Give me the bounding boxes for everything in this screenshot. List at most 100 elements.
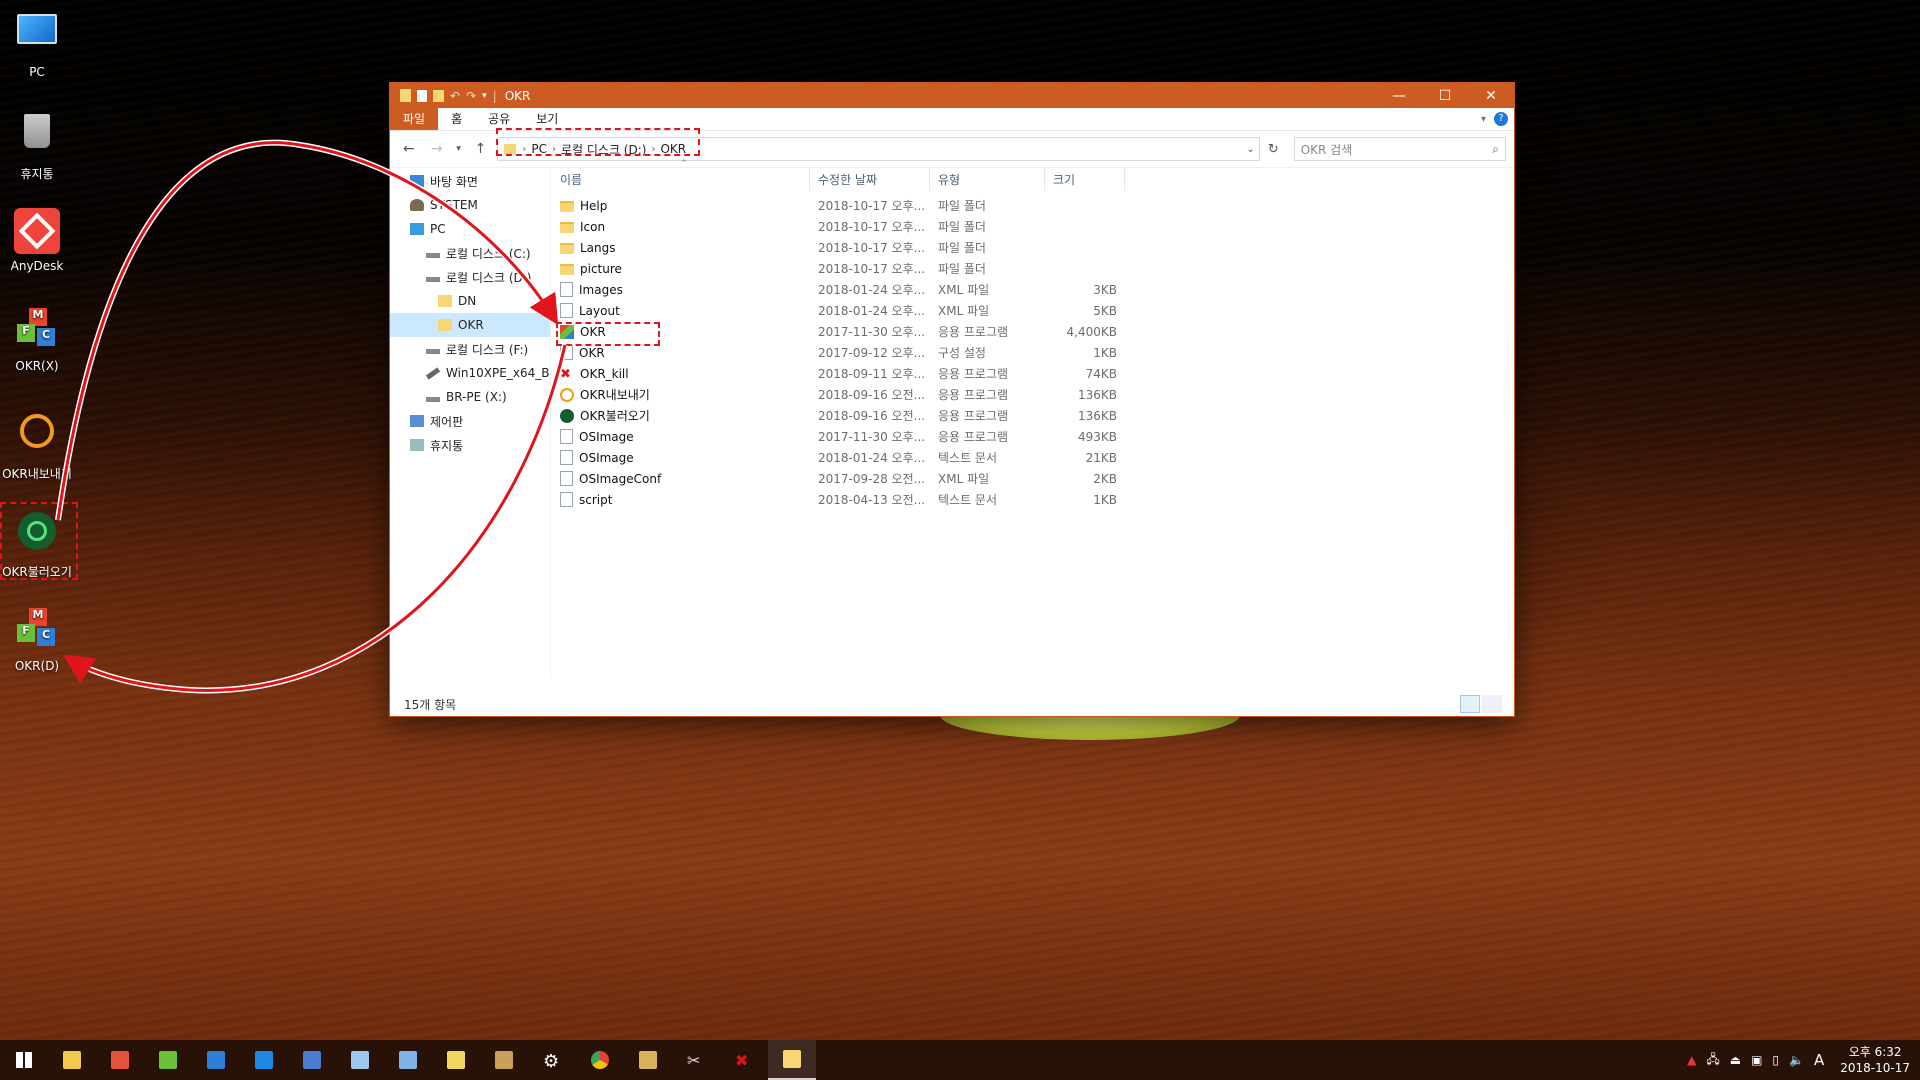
- taskbar-item[interactable]: ✂: [672, 1040, 720, 1080]
- nav-item[interactable]: OKR: [390, 313, 550, 337]
- file-row[interactable]: OKR 2017-11-30 오후... 응용 프로그램 4,400KB: [552, 321, 1514, 342]
- file-date: 2018-01-24 오후...: [818, 304, 926, 318]
- file-row[interactable]: OSImageConf 2017-09-28 오전... XML 파일 2KB: [552, 468, 1514, 489]
- file-row[interactable]: Help 2018-10-17 오후... 파일 폴더: [552, 195, 1514, 216]
- file-explorer-window[interactable]: ↶ ↷ ▾ | OKR — ☐ ✕ 파일 홈 공유 보기 ▾ ? ← → ▾ ↑…: [390, 83, 1514, 716]
- file-size: 4,400KB: [1066, 324, 1117, 339]
- recent-locations-icon[interactable]: ▾: [454, 144, 464, 154]
- file-row[interactable]: Layout 2018-01-24 오후... XML 파일 5KB: [552, 300, 1514, 321]
- nav-item[interactable]: Win10XPE_x64_Bi: [390, 361, 550, 385]
- desktop-icon-recycle-bin[interactable]: 휴지통: [0, 108, 74, 182]
- file-row[interactable]: OSImage 2017-11-30 오후... 응용 프로그램 493KB: [552, 426, 1514, 447]
- taskbar-item[interactable]: [192, 1040, 240, 1080]
- nav-item[interactable]: BR-PE (X:): [390, 385, 550, 409]
- desktop-icon-okr-cube[interactable]: M F C OKR(D): [0, 608, 74, 673]
- volume-icon[interactable]: 🔈: [1789, 1053, 1804, 1067]
- minimize-button[interactable]: —: [1376, 83, 1422, 108]
- file-row[interactable]: OKR내보내기 2018-09-16 오전... 응용 프로그램 136KB: [552, 384, 1514, 405]
- desktop-icon-anydesk[interactable]: AnyDesk: [0, 208, 74, 273]
- file-row[interactable]: Langs 2018-10-17 오후... 파일 폴더: [552, 237, 1514, 258]
- taskbar-item[interactable]: ⚙: [528, 1040, 576, 1080]
- ime-indicator[interactable]: A: [1814, 1051, 1824, 1069]
- search-box[interactable]: OKR 검색 ⌕: [1293, 137, 1506, 161]
- search-icon[interactable]: ⌕: [1492, 142, 1499, 157]
- help-icon[interactable]: ?: [1494, 112, 1508, 126]
- properties-icon[interactable]: [417, 89, 427, 102]
- search-input[interactable]: OKR 검색: [1301, 141, 1353, 158]
- taskbar-item[interactable]: [48, 1040, 96, 1080]
- taskbar-item[interactable]: [432, 1040, 480, 1080]
- battery-icon[interactable]: ▯: [1772, 1053, 1779, 1067]
- undo-icon[interactable]: ↶: [450, 89, 460, 103]
- taskbar-item[interactable]: [624, 1040, 672, 1080]
- nav-item[interactable]: 로컬 디스크 (C:): [390, 241, 550, 265]
- desktop-icon-okr-export[interactable]: OKR내보내기: [0, 408, 74, 482]
- nav-item[interactable]: 바탕 화면: [390, 169, 550, 193]
- address-bar[interactable]: › PC › 로컬 디스크 (D:) › OKR ⌄ ↻: [496, 128, 1279, 161]
- taskbar-item[interactable]: [480, 1040, 528, 1080]
- forward-button[interactable]: →: [426, 141, 448, 157]
- app-icon: [399, 1051, 417, 1069]
- file-row[interactable]: picture 2018-10-17 오후... 파일 폴더: [552, 258, 1514, 279]
- file-row[interactable]: Icon 2018-10-17 오후... 파일 폴더: [552, 216, 1514, 237]
- refresh-icon[interactable]: ↻: [1268, 142, 1279, 157]
- folder-icon: [560, 242, 574, 254]
- nav-item[interactable]: 로컬 디스크 (F:): [390, 337, 550, 361]
- expand-ribbon-icon[interactable]: ▾: [1481, 114, 1486, 125]
- taskbar-item[interactable]: [144, 1040, 192, 1080]
- close-button[interactable]: ✕: [1468, 83, 1514, 108]
- okr-file-highlight: [556, 322, 660, 346]
- file-date: 2018-09-16 오전...: [818, 409, 926, 423]
- usb-icon[interactable]: ⏏: [1730, 1053, 1741, 1067]
- nav-item[interactable]: SYSTEM: [390, 193, 550, 217]
- nav-item[interactable]: 로컬 디스크 (D:): [390, 265, 550, 289]
- maximize-button[interactable]: ☐: [1422, 83, 1468, 108]
- taskbar-item[interactable]: [240, 1040, 288, 1080]
- details-view-icon[interactable]: [1460, 695, 1480, 713]
- file-size: 3KB: [1093, 282, 1117, 297]
- tab-home[interactable]: 홈: [438, 108, 475, 130]
- tab-share[interactable]: 공유: [475, 108, 523, 130]
- column-name[interactable]: 이름: [552, 167, 810, 191]
- taskbar-item[interactable]: [96, 1040, 144, 1080]
- taskbar-item[interactable]: [0, 1040, 48, 1080]
- file-row[interactable]: script 2018-04-13 오전... 텍스트 문서 1KB: [552, 489, 1514, 510]
- file-row[interactable]: OKR 2017-09-12 오후... 구성 설정 1KB: [552, 342, 1514, 363]
- up-button[interactable]: ↑: [470, 141, 492, 157]
- network-icon[interactable]: 🖧: [1706, 1050, 1719, 1071]
- folder-icon: [438, 319, 452, 331]
- taskbar-item[interactable]: [768, 1040, 816, 1080]
- new-folder-icon[interactable]: [433, 89, 444, 102]
- warning-icon[interactable]: ▲: [1687, 1053, 1696, 1067]
- nav-item[interactable]: 휴지통: [390, 433, 550, 457]
- column-size[interactable]: 크기: [1045, 167, 1125, 191]
- tab-file[interactable]: 파일: [390, 108, 439, 130]
- address-dropdown-icon[interactable]: ⌄: [1246, 144, 1254, 155]
- title-bar[interactable]: ↶ ↷ ▾ | OKR — ☐ ✕: [390, 83, 1514, 108]
- taskbar-item[interactable]: ✖: [720, 1040, 768, 1080]
- tab-view[interactable]: 보기: [523, 108, 571, 130]
- nav-item-label: 로컬 디스크 (D:): [446, 270, 532, 285]
- desktop-icon-computer[interactable]: PC: [0, 8, 74, 79]
- column-date[interactable]: 수정한 날짜: [810, 167, 930, 191]
- file-row[interactable]: OKR불러오기 2018-09-16 오전... 응용 프로그램 136KB: [552, 405, 1514, 426]
- customize-toolbar-icon[interactable]: ▾: [482, 91, 487, 101]
- large-icons-view-icon[interactable]: [1482, 695, 1502, 713]
- taskbar-item[interactable]: [384, 1040, 432, 1080]
- taskbar-item[interactable]: [288, 1040, 336, 1080]
- file-row[interactable]: ✖ OKR_kill 2018-09-11 오후... 응용 프로그램 74KB: [552, 363, 1514, 384]
- file-row[interactable]: OSImage 2018-01-24 오후... 텍스트 문서 21KB: [552, 447, 1514, 468]
- nav-item[interactable]: DN: [390, 289, 550, 313]
- nav-item[interactable]: 제어판: [390, 409, 550, 433]
- display-icon[interactable]: ▣: [1751, 1053, 1762, 1067]
- desktop-icon-okr-import[interactable]: OKR불러오기: [0, 502, 78, 580]
- desktop-icon-okr-cube[interactable]: M F C OKR(X): [0, 308, 74, 373]
- redo-icon[interactable]: ↷: [466, 89, 476, 103]
- taskbar-item[interactable]: [336, 1040, 384, 1080]
- column-type[interactable]: 유형: [930, 167, 1045, 191]
- back-button[interactable]: ←: [398, 141, 420, 157]
- clock[interactable]: 오후 6:32 2018-10-17: [1840, 1044, 1910, 1076]
- file-row[interactable]: Images 2018-01-24 오후... XML 파일 3KB: [552, 279, 1514, 300]
- nav-item[interactable]: PC: [390, 217, 550, 241]
- taskbar-item[interactable]: [576, 1040, 624, 1080]
